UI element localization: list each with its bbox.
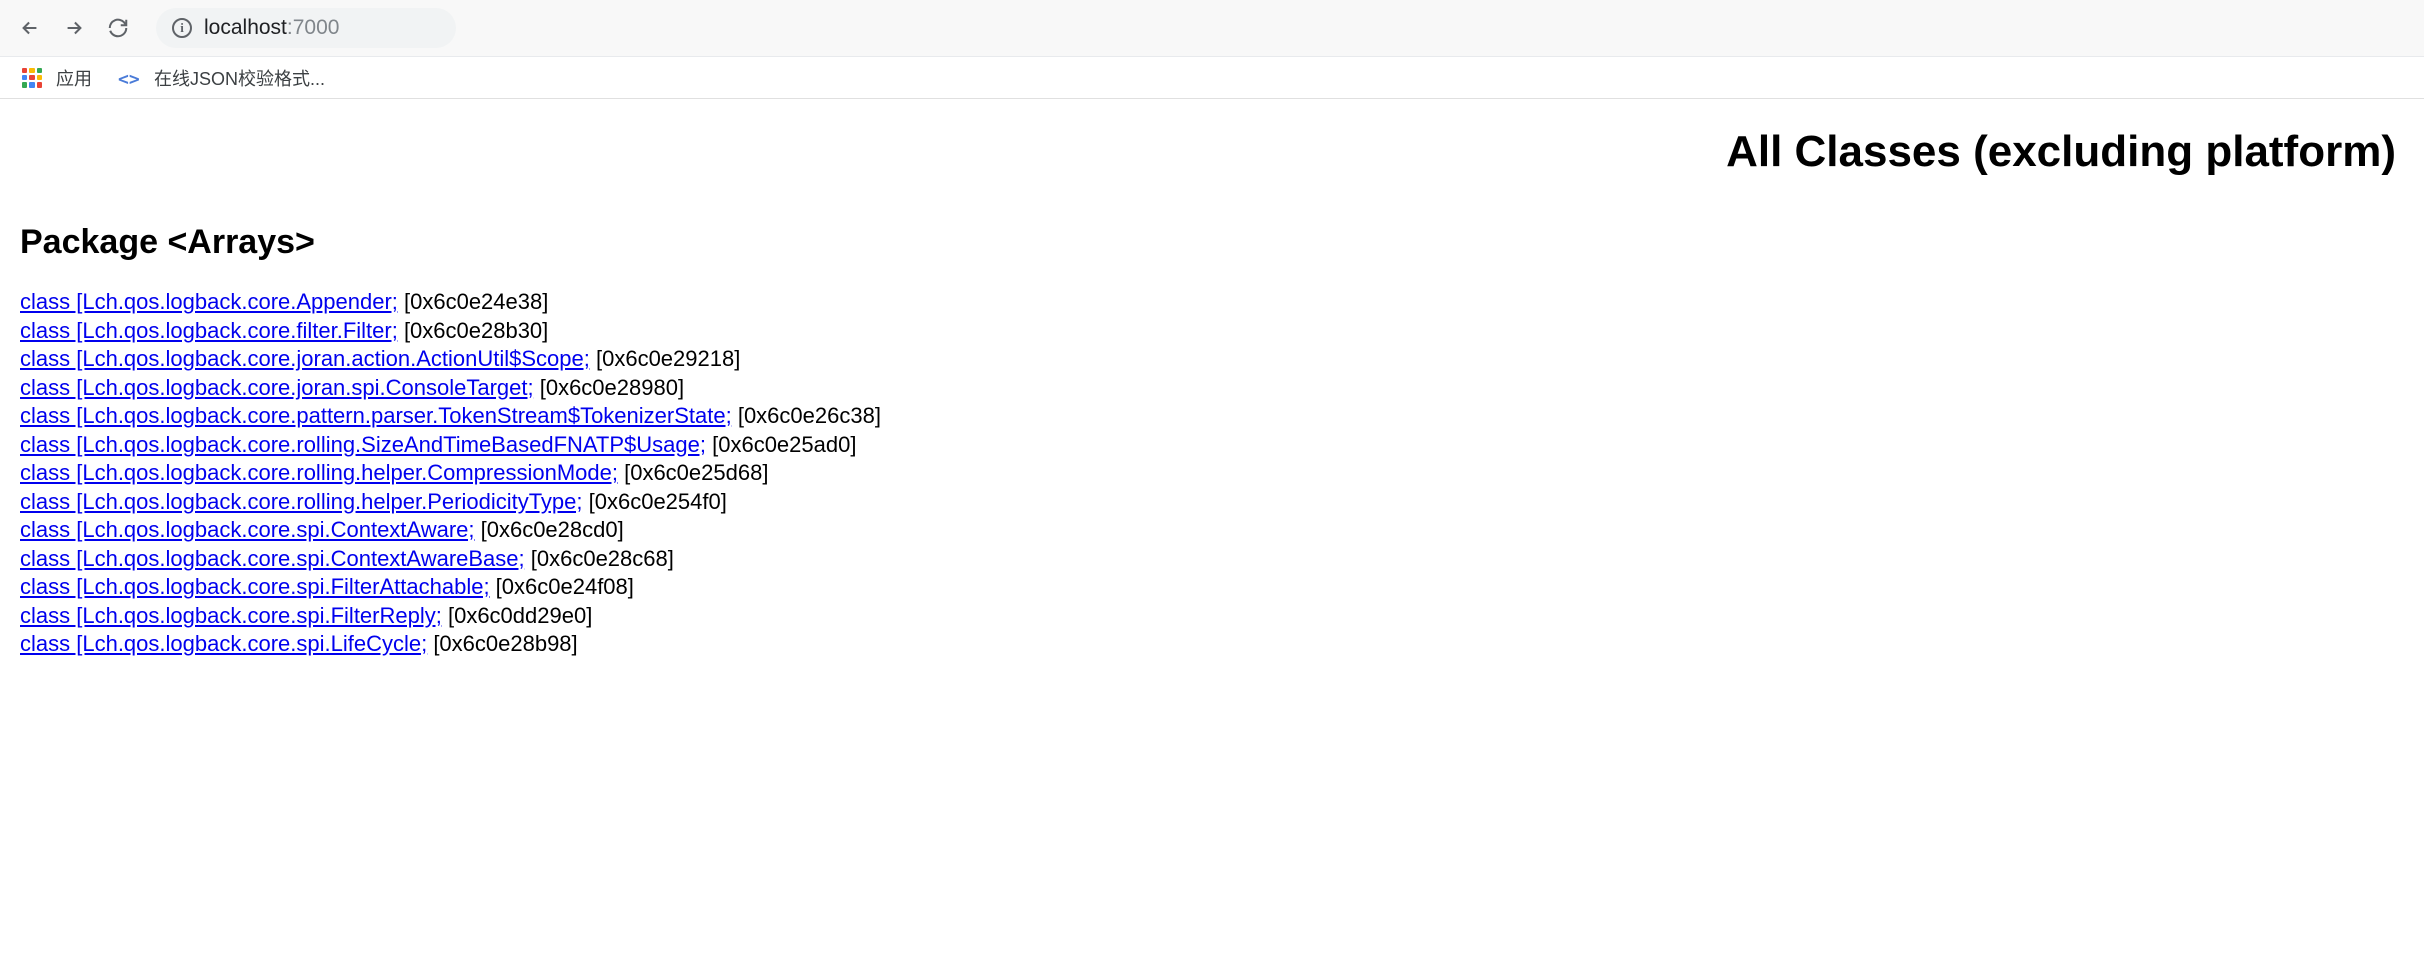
- class-row: class [Lch.qos.logback.core.spi.FilterAt…: [20, 573, 2404, 601]
- class-hash: [0x6c0e24e38]: [398, 289, 548, 314]
- class-link[interactable]: class [Lch.qos.logback.core.filter.Filte…: [20, 318, 398, 343]
- class-link[interactable]: class [Lch.qos.logback.core.joran.spi.Co…: [20, 375, 534, 400]
- class-row: class [Lch.qos.logback.core.pattern.pars…: [20, 402, 2404, 430]
- browser-chrome: i localhost:7000 应用 <> 在线JSON校验格式...: [0, 0, 2424, 99]
- forward-button[interactable]: [56, 10, 92, 46]
- class-hash: [0x6c0e24f08]: [490, 574, 634, 599]
- class-link[interactable]: class [Lch.qos.logback.core.pattern.pars…: [20, 403, 732, 428]
- class-hash: [0x6c0e28cd0]: [475, 517, 624, 542]
- arrow-right-icon: [63, 17, 85, 39]
- code-icon: <>: [118, 69, 140, 87]
- reload-button[interactable]: [100, 10, 136, 46]
- class-hash: [0x6c0e26c38]: [732, 403, 881, 428]
- url-host: localhost: [204, 16, 287, 39]
- url-text: localhost:7000: [204, 16, 339, 40]
- navigation-bar: i localhost:7000: [0, 0, 2424, 56]
- bookmark-json-validator[interactable]: <> 在线JSON校验格式...: [112, 61, 331, 95]
- class-link[interactable]: class [Lch.qos.logback.core.rolling.help…: [20, 489, 583, 514]
- apps-grid-icon: [22, 68, 42, 88]
- apps-label: 应用: [56, 65, 92, 91]
- class-row: class [Lch.qos.logback.core.Appender; [0…: [20, 288, 2404, 316]
- page-content: All Classes (excluding platform) Package…: [0, 99, 2424, 678]
- section-header: Package <Arrays>: [20, 187, 2404, 288]
- class-row: class [Lch.qos.logback.core.joran.spi.Co…: [20, 374, 2404, 402]
- class-row: class [Lch.qos.logback.core.spi.ContextA…: [20, 516, 2404, 544]
- class-link[interactable]: class [Lch.qos.logback.core.spi.FilterAt…: [20, 574, 490, 599]
- class-link[interactable]: class [Lch.qos.logback.core.spi.LifeCycl…: [20, 631, 427, 656]
- class-hash: [0x6c0e25ad0]: [706, 432, 856, 457]
- class-hash: [0x6c0e25d68]: [618, 460, 768, 485]
- site-info-icon[interactable]: i: [172, 18, 192, 38]
- class-link[interactable]: class [Lch.qos.logback.core.rolling.help…: [20, 460, 618, 485]
- class-hash: [0x6c0e29218]: [590, 346, 740, 371]
- class-hash: [0x6c0e28c68]: [525, 546, 674, 571]
- arrow-left-icon: [19, 17, 41, 39]
- bookmark-label: 在线JSON校验格式...: [154, 65, 325, 91]
- class-row: class [Lch.qos.logback.core.spi.ContextA…: [20, 545, 2404, 573]
- class-link[interactable]: class [Lch.qos.logback.core.spi.ContextA…: [20, 546, 525, 571]
- class-hash: [0x6c0dd29e0]: [442, 603, 592, 628]
- class-link[interactable]: class [Lch.qos.logback.core.rolling.Size…: [20, 432, 706, 457]
- class-hash: [0x6c0e28b30]: [398, 318, 548, 343]
- reload-icon: [107, 17, 129, 39]
- class-row: class [Lch.qos.logback.core.filter.Filte…: [20, 317, 2404, 345]
- class-hash: [0x6c0e254f0]: [583, 489, 727, 514]
- page-title: All Classes (excluding platform): [20, 99, 2404, 187]
- class-row: class [Lch.qos.logback.core.spi.FilterRe…: [20, 602, 2404, 630]
- address-bar[interactable]: i localhost:7000: [156, 8, 456, 48]
- class-row: class [Lch.qos.logback.core.spi.LifeCycl…: [20, 630, 2404, 658]
- back-button[interactable]: [12, 10, 48, 46]
- class-link[interactable]: class [Lch.qos.logback.core.Appender;: [20, 289, 398, 314]
- class-hash: [0x6c0e28b98]: [427, 631, 577, 656]
- class-list: class [Lch.qos.logback.core.Appender; [0…: [20, 288, 2404, 658]
- class-link[interactable]: class [Lch.qos.logback.core.joran.action…: [20, 346, 590, 371]
- class-link[interactable]: class [Lch.qos.logback.core.spi.ContextA…: [20, 517, 475, 542]
- apps-menu[interactable]: 应用: [16, 61, 98, 95]
- class-row: class [Lch.qos.logback.core.rolling.help…: [20, 488, 2404, 516]
- class-hash: [0x6c0e28980]: [534, 375, 684, 400]
- class-row: class [Lch.qos.logback.core.rolling.help…: [20, 459, 2404, 487]
- class-row: class [Lch.qos.logback.core.joran.action…: [20, 345, 2404, 373]
- bookmarks-bar: 应用 <> 在线JSON校验格式...: [0, 56, 2424, 98]
- url-port: :7000: [287, 16, 340, 39]
- class-link[interactable]: class [Lch.qos.logback.core.spi.FilterRe…: [20, 603, 442, 628]
- class-row: class [Lch.qos.logback.core.rolling.Size…: [20, 431, 2404, 459]
